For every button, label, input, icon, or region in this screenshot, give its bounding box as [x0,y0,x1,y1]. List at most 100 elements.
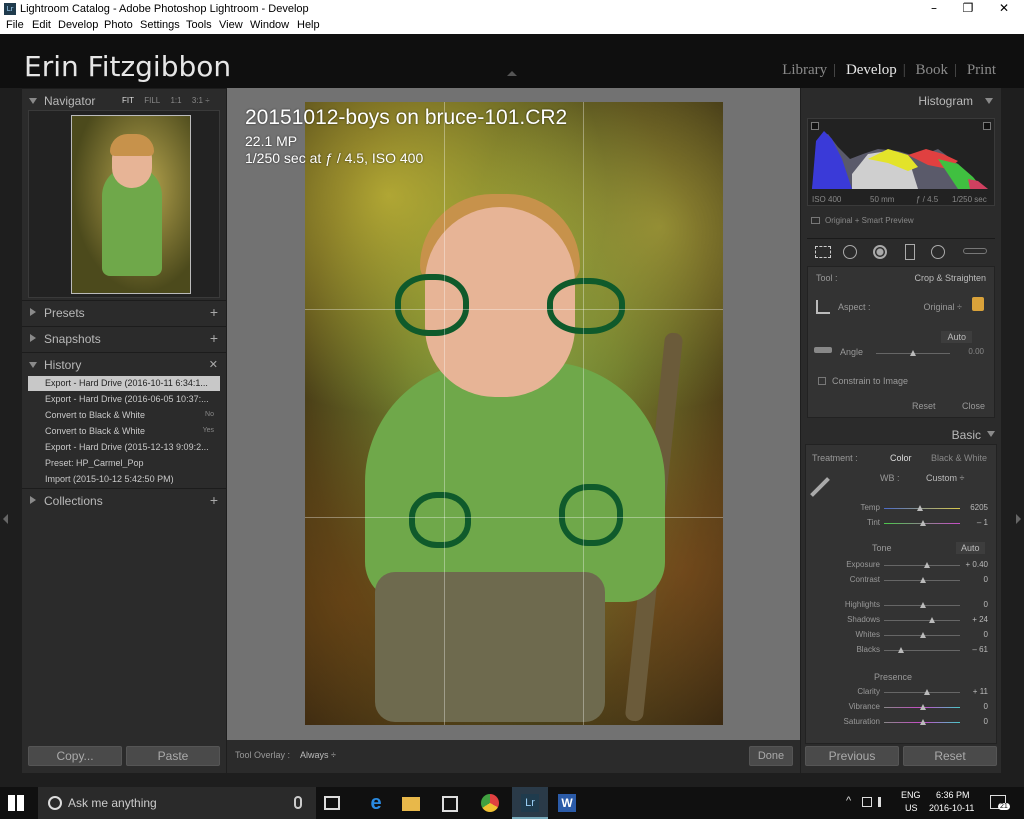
slider-knob[interactable] [920,632,926,638]
module-library[interactable]: Library [782,62,827,78]
collapse-triangle-icon[interactable] [985,98,993,104]
network-icon[interactable] [862,797,872,807]
left-panel-toggle-icon[interactable] [3,514,8,524]
collapse-triangle-icon[interactable] [987,431,995,437]
add-snapshot-icon[interactable]: + [210,330,218,346]
red-eye-icon[interactable] [873,245,887,259]
maximize-button[interactable]: ❐ [950,0,986,18]
shadow-clipping-icon[interactable] [811,122,819,130]
tray-chevron-icon[interactable]: ^ [846,795,851,807]
wb-select[interactable]: Custom ÷ [926,473,964,483]
contrast-slider[interactable] [884,577,960,583]
microphone-icon[interactable] [294,796,302,809]
slider-knob[interactable] [917,505,923,511]
module-develop[interactable]: Develop [846,62,897,78]
clarity-slider[interactable] [884,689,960,695]
tint-slider[interactable] [884,520,960,526]
angle-auto-button[interactable]: Auto [941,331,972,343]
straighten-tool-icon[interactable] [814,347,832,353]
exposure-value[interactable]: + 0.40 [966,560,988,569]
navigator-preview[interactable] [28,110,220,298]
white-balance-eyedropper-icon[interactable] [810,477,830,497]
volume-icon[interactable] [878,797,888,807]
spot-removal-icon[interactable] [843,245,857,259]
slider-knob[interactable] [920,520,926,526]
temp-slider[interactable] [884,505,960,511]
whites-slider[interactable] [884,632,960,638]
start-icon[interactable] [8,795,24,811]
task-view-icon[interactable] [324,796,340,810]
minimize-button[interactable]: – [916,0,952,18]
clock-time[interactable]: 6:36 PM [936,790,970,800]
clock-date[interactable]: 2016-10-11 [929,803,974,813]
module-book[interactable]: Book [916,62,949,78]
saturation-slider[interactable] [884,719,960,725]
history-item[interactable]: Export - Hard Drive (2016-06-05 10:37:..… [28,392,220,407]
menu-window[interactable]: Window [250,19,289,31]
menu-develop[interactable]: Develop [58,19,98,31]
crop-frame-icon[interactable] [816,300,830,314]
vibrance-slider[interactable] [884,704,960,710]
adjustment-brush-icon[interactable] [963,248,987,254]
menu-view[interactable]: View [219,19,243,31]
highlight-clipping-icon[interactable] [983,122,991,130]
photo-canvas[interactable]: 20151012-boys on bruce-101.CR2 22.1 MP 1… [227,88,800,740]
snapshots-header[interactable]: Snapshots + [22,326,226,350]
navigator-thumbnail[interactable] [71,115,191,294]
right-panel-edge[interactable] [1010,88,1024,773]
word-icon[interactable]: W [558,794,576,812]
slider-knob[interactable] [929,617,935,623]
exposure-slider[interactable] [884,562,960,568]
history-item[interactable]: Convert to Black & White Yes [28,424,220,439]
whites-value[interactable]: 0 [984,630,988,639]
shadows-value[interactable]: + 24 [972,615,988,624]
clear-history-icon[interactable]: ✕ [209,358,218,371]
zoom-3-1[interactable]: 3:1 ÷ [192,96,210,105]
slider-knob[interactable] [920,704,926,710]
histogram-graph[interactable]: ISO 400 50 mm ƒ / 4.5 1/250 sec [807,118,995,206]
menu-tools[interactable]: Tools [186,19,212,31]
crop-photo[interactable] [305,102,723,725]
tool-overlay-select[interactable]: Always ÷ [300,750,336,760]
language-line1[interactable]: ENG [901,790,921,800]
slider-knob[interactable] [910,350,916,356]
file-explorer-icon[interactable] [402,797,420,811]
presets-header[interactable]: Presets + [22,300,226,324]
slider-knob[interactable] [924,689,930,695]
edge-browser-icon[interactable]: e [364,791,388,815]
slider-knob[interactable] [920,719,926,725]
history-header[interactable]: History ✕ [22,352,226,376]
blacks-value[interactable]: – 61 [972,645,988,654]
lightroom-taskbar-button[interactable]: Lr [512,787,548,819]
blacks-slider[interactable] [884,647,960,653]
zoom-1-1[interactable]: 1:1 [170,96,181,105]
crop-close-button[interactable]: Close [962,401,985,411]
zoom-fit[interactable]: FIT [122,96,134,105]
aspect-select[interactable]: Original ÷ [924,302,962,312]
crop-tool-icon[interactable] [815,246,831,258]
zoom-fill[interactable]: FILL [144,96,160,105]
temp-value[interactable]: 6205 [970,503,988,512]
shadows-slider[interactable] [884,617,960,623]
menu-photo[interactable]: Photo [104,19,133,31]
history-item[interactable]: Preset: HP_Carmel_Pop [28,456,220,471]
slider-knob[interactable] [920,602,926,608]
previous-button[interactable]: Previous [805,746,899,766]
lock-icon[interactable] [972,297,984,311]
highlights-value[interactable]: 0 [984,600,988,609]
taskbar-search[interactable]: Ask me anything [38,787,316,819]
crop-reset-button[interactable]: Reset [912,401,936,411]
done-button[interactable]: Done [749,746,793,766]
radial-filter-icon[interactable] [931,245,945,259]
menu-file[interactable]: File [6,19,24,31]
history-item[interactable]: Convert to Black & White No [28,408,220,423]
slider-knob[interactable] [920,577,926,583]
treatment-bw[interactable]: Black & White [931,453,987,463]
history-item[interactable]: Import (2015-10-12 5:42:50 PM) [28,472,220,487]
menu-edit[interactable]: Edit [32,19,51,31]
copy-settings-button[interactable]: Copy... [28,746,122,766]
panel-toggle-top-icon[interactable] [507,71,517,76]
slider-knob[interactable] [924,562,930,568]
saturation-value[interactable]: 0 [984,717,988,726]
menu-help[interactable]: Help [297,19,320,31]
